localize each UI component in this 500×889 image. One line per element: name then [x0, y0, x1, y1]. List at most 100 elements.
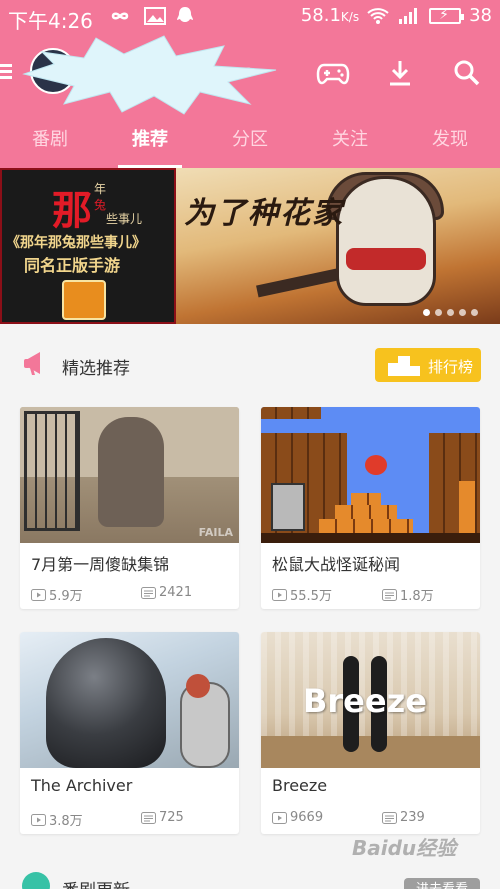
video-thumbnail[interactable] [20, 632, 239, 768]
video-thumbnail[interactable] [261, 407, 480, 543]
app-header: ne [0, 35, 500, 115]
thumb-crates [335, 505, 397, 519]
video-stats: 3.8万 725 [31, 810, 231, 829]
play-count-icon [272, 588, 287, 601]
status-right: 58.1K/s ⚡ 38 [301, 5, 492, 26]
status-notification-icons [106, 6, 194, 26]
carousel-dot[interactable] [447, 309, 454, 316]
banner-left-small-1: 年 [94, 182, 107, 196]
carousel-dot[interactable] [471, 309, 478, 316]
danmaku-count: 725 [141, 810, 184, 825]
tab-recommend[interactable]: 推荐 [100, 120, 200, 168]
top-bar: 下午4:26 58.1K/s ⚡ 38 ne [0, 0, 500, 168]
image-icon [144, 7, 166, 25]
play-count-icon [31, 813, 46, 826]
banner-artwork[interactable]: 为了种花家 [176, 168, 500, 324]
video-title: 松鼠大战怪诞秘闻 [272, 555, 401, 574]
thumb-watermark: FAILA [198, 526, 233, 539]
baidu-watermark: Baidu经验 [352, 836, 457, 860]
video-stats: 9669 239 [272, 810, 472, 828]
tab-categories[interactable]: 分区 [200, 120, 300, 168]
video-thumbnail[interactable]: FAILA [20, 407, 239, 543]
tab-following[interactable]: 关注 [300, 120, 400, 168]
danmaku-count-value: 2421 [159, 585, 193, 600]
video-card[interactable]: FAILA 7月第一周傻缺集锦 5.9万 2421 [20, 407, 239, 609]
menu-icon[interactable] [0, 64, 12, 80]
thumb-cage [24, 411, 80, 531]
video-title: Breeze [272, 776, 328, 795]
infinity-icon [111, 12, 129, 20]
play-count-value: 9669 [290, 810, 324, 825]
danmaku-count: 2421 [141, 585, 192, 600]
ranking-button[interactable]: 排行榜 [375, 348, 481, 382]
play-count: 5.9万 [31, 585, 83, 604]
thumb-crates [319, 519, 413, 533]
carousel-dot[interactable] [423, 309, 430, 316]
artwork-scarf [346, 248, 426, 270]
featured-section-header: 精选推荐 排行榜 [0, 324, 500, 404]
thumb-crates [459, 481, 475, 533]
banner-carousel[interactable]: 那 年 兔 些事儿 《那年那兔那些事儿》 同名正版手游 为了种花家 [0, 168, 500, 324]
carousel-dot[interactable] [459, 309, 466, 316]
play-count-icon [272, 811, 287, 824]
battery-level: 38 [469, 5, 492, 26]
banner-left-small-3: 些事儿 [106, 212, 143, 226]
network-speed-unit: K/s [340, 10, 360, 24]
thumb-trash-can [271, 483, 305, 531]
video-title: 7月第一周傻缺集锦 [31, 555, 170, 574]
video-title: The Archiver [31, 776, 133, 795]
game-logo-icon [62, 280, 106, 320]
main-tabs: 番剧 推荐 分区 关注 发现 [0, 120, 500, 168]
play-count: 3.8万 [31, 810, 83, 829]
thumb-robot-head [46, 638, 166, 768]
banner-game-ad[interactable]: 那 年 兔 些事儿 《那年那兔那些事儿》 同名正版手游 [0, 168, 176, 324]
banner-left-title: 《那年那兔那些事儿》 [6, 235, 146, 251]
megaphone-icon [24, 352, 40, 375]
thumb-ball [186, 674, 210, 698]
section-title: 精选推荐 [62, 359, 130, 379]
play-count-icon [31, 588, 46, 601]
play-count: 9669 [272, 810, 323, 825]
podium-icon [388, 356, 420, 376]
signal-icon [399, 7, 418, 24]
danmaku-count-value: 1.8万 [400, 589, 434, 604]
see-more-button[interactable]: 进去看看 [404, 878, 480, 889]
video-card[interactable]: Breeze Breeze 9669 239 [261, 632, 480, 834]
play-count-value: 3.8万 [49, 814, 83, 829]
video-stats: 55.5万 1.8万 [272, 585, 472, 604]
danmaku-count-value: 725 [159, 810, 184, 825]
qq-icon [177, 7, 193, 22]
wifi-icon [367, 7, 389, 24]
redaction-scribble [22, 35, 277, 115]
tab-discover[interactable]: 发现 [400, 120, 500, 168]
video-card[interactable]: The Archiver 3.8万 725 [20, 632, 239, 834]
artwork-rabbit-character [336, 176, 436, 306]
carousel-dot[interactable] [435, 309, 442, 316]
play-count-value: 55.5万 [290, 589, 332, 604]
thumb-floor [261, 533, 480, 543]
video-thumbnail[interactable]: Breeze [261, 632, 480, 768]
danmaku-count: 239 [382, 810, 425, 825]
video-stats: 5.9万 2421 [31, 585, 231, 604]
danmaku-icon [382, 588, 397, 601]
thumb-dog [98, 417, 164, 527]
banner-right-title: 为了种花家 [184, 196, 344, 231]
video-card[interactable]: 松鼠大战怪诞秘闻 55.5万 1.8万 [261, 407, 480, 609]
banner-left-small-2: 兔 [94, 198, 107, 212]
danmaku-icon [382, 811, 397, 824]
download-icon[interactable] [383, 58, 417, 88]
ranking-button-label: 排行榜 [428, 358, 474, 376]
carousel-dots [423, 309, 478, 316]
banner-left-big-char: 那 [52, 188, 92, 234]
gamepad-icon[interactable] [316, 58, 350, 88]
battery-charging-icon: ⚡ [429, 7, 465, 24]
tab-fanju[interactable]: 番剧 [0, 120, 100, 168]
status-time: 下午4:26 [8, 9, 93, 33]
banner-left-subtitle: 同名正版手游 [24, 256, 121, 275]
search-icon[interactable] [450, 58, 484, 88]
network-speed-value: 58.1 [300, 5, 341, 26]
thumb-title-text: Breeze [303, 682, 427, 720]
bangumi-section-title: 番剧更新 [62, 876, 130, 889]
thumb-heart [365, 455, 387, 475]
danmaku-count-value: 239 [400, 810, 425, 825]
